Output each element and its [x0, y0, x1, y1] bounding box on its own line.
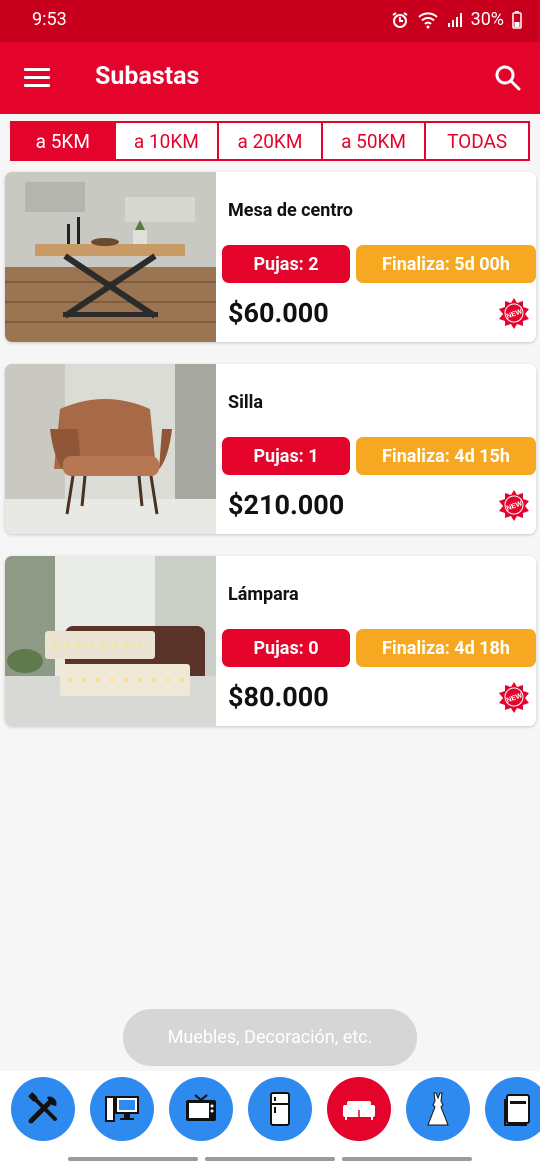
product-image-table — [5, 172, 216, 342]
category-books[interactable] — [485, 1077, 540, 1141]
new-badge-icon: NEW — [499, 682, 529, 713]
auction-card[interactable]: Silla Pujas: 1 Finaliza: 4d 15h $210.000… — [5, 364, 536, 534]
product-name: Silla — [228, 392, 264, 413]
product-name: Lámpara — [228, 584, 299, 605]
new-badge-icon: NEW — [499, 490, 529, 521]
nav-handle[interactable] — [342, 1157, 472, 1161]
product-price: $80.000 — [228, 681, 329, 713]
ends-badge: Finaliza: 4d 18h — [356, 629, 536, 667]
category-appliances[interactable] — [248, 1077, 312, 1141]
status-bar: 9:53 30% — [0, 0, 540, 42]
auction-card[interactable]: Mesa de centro Pujas: 2 Finaliza: 5d 00h… — [5, 172, 536, 342]
page-title: Subastas — [95, 62, 200, 91]
distance-tabs: a 5KM a 10KM a 20KM a 50KM TODAS — [10, 121, 530, 161]
ends-badge: Finaliza: 5d 00h — [356, 245, 536, 283]
book-icon — [504, 1094, 530, 1126]
app-bar: Subastas — [0, 42, 540, 114]
category-furniture[interactable] — [327, 1077, 391, 1141]
nav-handle[interactable] — [68, 1157, 198, 1161]
product-image-lamp — [5, 556, 216, 726]
category-toast: Muebles, Decoración, etc. — [123, 1009, 417, 1066]
tools-icon — [28, 1092, 57, 1124]
product-price: $60.000 — [228, 297, 329, 329]
status-icons: 30% — [391, 9, 522, 30]
status-time: 9:53 — [32, 9, 67, 30]
system-nav-bar — [0, 1147, 540, 1170]
category-bar — [0, 1071, 540, 1147]
category-tools[interactable] — [11, 1077, 75, 1141]
tab-10km[interactable]: a 10KM — [113, 123, 218, 159]
alarm-icon — [392, 11, 408, 28]
auction-card[interactable]: Lámpara Pujas: 0 Finaliza: 4d 18h $80.00… — [5, 556, 536, 726]
product-name: Mesa de centro — [228, 200, 353, 221]
tv-icon — [186, 1094, 216, 1121]
tab-20km[interactable]: a 20KM — [217, 123, 321, 159]
sofa-icon — [343, 1101, 375, 1120]
wifi-icon — [417, 11, 438, 28]
new-badge-icon: NEW — [499, 298, 529, 329]
dress-icon — [427, 1092, 449, 1126]
tab-todas[interactable]: TODAS — [424, 123, 528, 159]
tab-50km[interactable]: a 50KM — [320, 123, 425, 159]
battery-icon — [512, 10, 522, 29]
ends-badge: Finaliza: 4d 15h — [356, 437, 536, 475]
menu-icon[interactable] — [24, 68, 50, 88]
nav-handle[interactable] — [205, 1157, 335, 1161]
category-tv[interactable] — [169, 1077, 233, 1141]
bids-badge: Pujas: 1 — [222, 437, 350, 475]
computer-icon — [105, 1096, 139, 1122]
bids-badge: Pujas: 0 — [222, 629, 350, 667]
tab-5km[interactable]: a 5KM — [12, 123, 114, 159]
bids-badge: Pujas: 2 — [222, 245, 350, 283]
battery-percentage: 30% — [470, 9, 504, 30]
category-clothing[interactable] — [406, 1077, 470, 1141]
search-icon[interactable] — [494, 64, 522, 92]
product-image-chair — [5, 364, 216, 534]
fridge-icon — [270, 1092, 290, 1126]
category-computers[interactable] — [90, 1077, 154, 1141]
signal-icon — [447, 12, 462, 27]
product-price: $210.000 — [228, 489, 345, 521]
